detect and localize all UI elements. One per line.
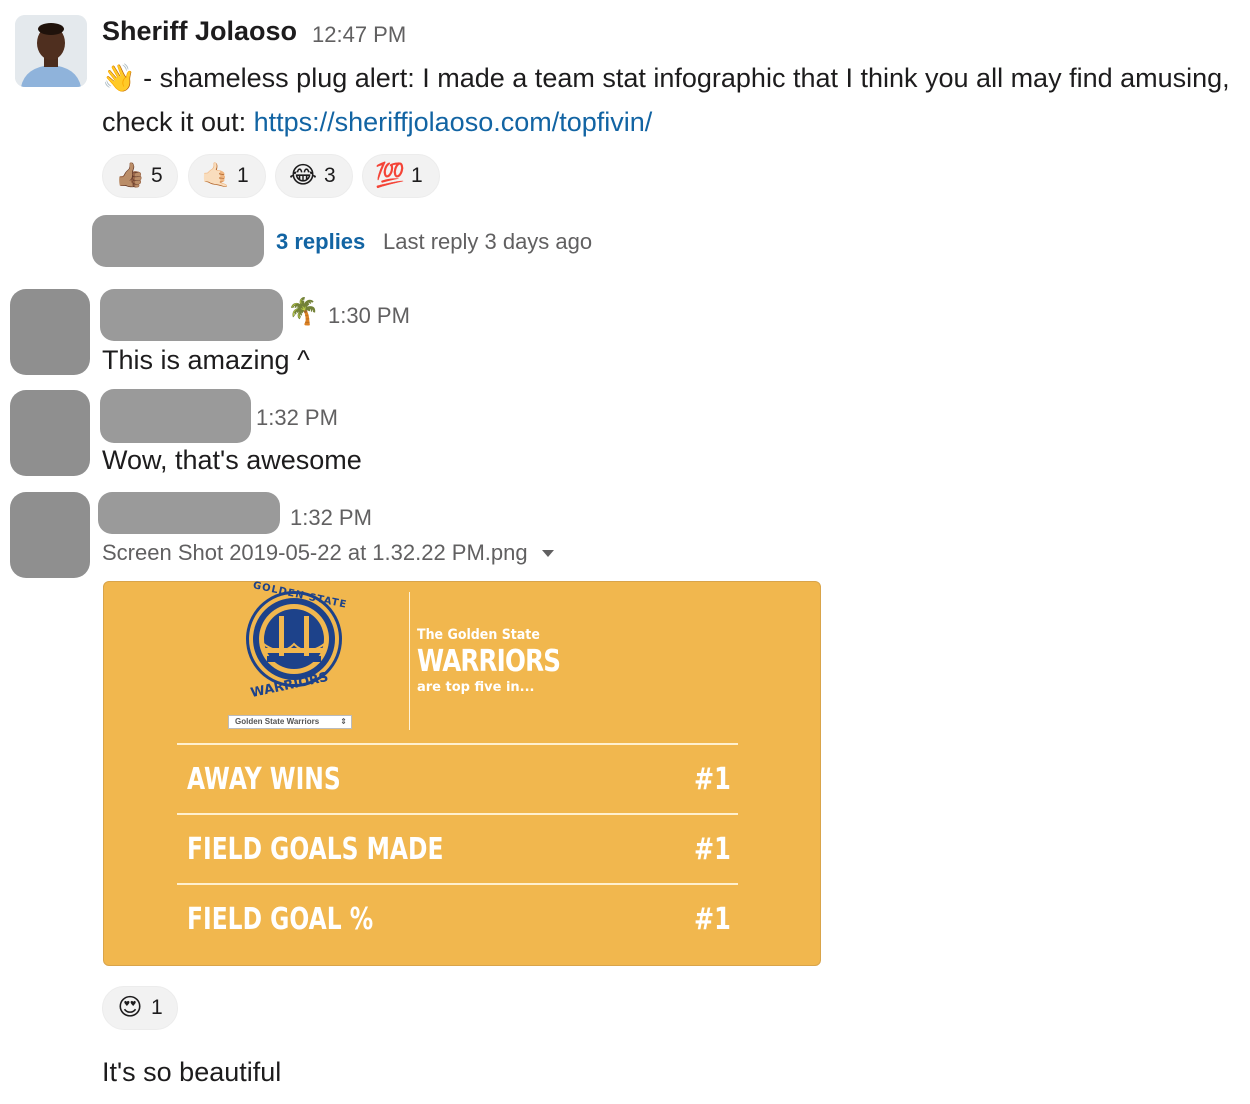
header-divider xyxy=(409,592,410,730)
palm-tree-icon: 🌴 xyxy=(287,296,320,326)
message-text: It's so beautiful xyxy=(102,1057,282,1087)
thread-replies-link[interactable]: 3 replies xyxy=(276,229,365,255)
hundred-points-icon: 💯 xyxy=(375,162,405,189)
reaction-hundred-points[interactable]: 💯 1 xyxy=(362,154,440,198)
stat-label: FIELD GOALS MADE xyxy=(187,832,444,867)
heading-big: WARRIORS xyxy=(417,644,561,679)
message-link[interactable]: https://sheriffjolaoso.com/topfivin/ xyxy=(254,107,653,137)
waving-hand-icon: 👋 xyxy=(102,63,136,93)
message-text: Wow, that's awesome xyxy=(102,445,362,475)
stat-divider xyxy=(177,743,738,745)
thumbs-up-medium-skin-icon: 👍🏽 xyxy=(115,162,145,189)
message-timestamp[interactable]: 1:32 PM xyxy=(290,505,372,531)
thread-last-reply: Last reply 3 days ago xyxy=(383,229,593,254)
reaction-count: 1 xyxy=(411,164,423,187)
reaction-count: 5 xyxy=(151,164,163,187)
user-avatar-redacted[interactable] xyxy=(10,289,90,375)
user-avatar-redacted[interactable] xyxy=(10,390,90,476)
team-select-value: Golden State Warriors xyxy=(235,717,320,726)
message-timestamp[interactable]: 1:32 PM xyxy=(256,405,338,431)
stat-rank: #1 xyxy=(694,902,731,937)
message-text: This is amazing ^ xyxy=(102,345,310,375)
thread-participant-avatars-redacted[interactable] xyxy=(92,215,264,267)
heart-eyes-icon: 😍 xyxy=(117,994,143,1021)
message-timestamp[interactable]: 12:47 PM xyxy=(312,22,406,48)
user-name-redacted[interactable] xyxy=(100,389,251,443)
heading-small: The Golden State xyxy=(417,627,540,643)
stat-label: FIELD GOAL % xyxy=(187,902,374,937)
stat-divider xyxy=(177,813,738,815)
heading-sub: are top five in... xyxy=(417,680,535,695)
stat-rank: #1 xyxy=(694,832,731,867)
reaction-count: 3 xyxy=(324,164,336,187)
user-avatar-redacted[interactable] xyxy=(10,492,90,578)
reaction-thumbs-up[interactable]: 👍🏽 5 xyxy=(102,154,178,198)
stat-rank: #1 xyxy=(694,762,731,797)
reaction-tears-of-joy[interactable]: 😂 3 xyxy=(275,154,353,198)
select-arrows-icon: ⇕ xyxy=(340,717,347,726)
team-select[interactable]: Golden State Warriors ⇕ xyxy=(228,715,352,729)
file-title[interactable]: Screen Shot 2019-05-22 at 1.32.22 PM.png xyxy=(102,540,554,566)
chevron-down-icon[interactable] xyxy=(541,549,554,557)
stat-label: AWAY WINS xyxy=(187,762,341,797)
user-name-redacted[interactable] xyxy=(100,289,283,341)
message-text: 👋 - shameless plug alert: I made a team … xyxy=(102,56,1232,144)
attached-image[interactable]: GOLDEN STATE WARRIORS Golden State Warri… xyxy=(103,580,821,966)
file-name[interactable]: Screen Shot 2019-05-22 at 1.32.22 PM.png xyxy=(102,540,528,566)
reaction-count: 1 xyxy=(237,164,249,187)
message-timestamp[interactable]: 1:30 PM xyxy=(328,303,410,329)
author-name[interactable]: Sheriff Jolaoso xyxy=(102,16,297,47)
reaction-heart-eyes[interactable]: 😍 1 xyxy=(102,986,178,1030)
reaction-count: 1 xyxy=(151,996,163,1019)
call-me-hand-light-skin-icon: 🤙🏻 xyxy=(201,162,231,189)
stat-divider xyxy=(177,883,738,885)
reaction-call-me-hand[interactable]: 🤙🏻 1 xyxy=(188,154,266,198)
author-avatar[interactable] xyxy=(15,15,87,87)
tears-of-joy-icon: 😂 xyxy=(288,162,318,189)
user-name-redacted[interactable] xyxy=(98,492,280,534)
